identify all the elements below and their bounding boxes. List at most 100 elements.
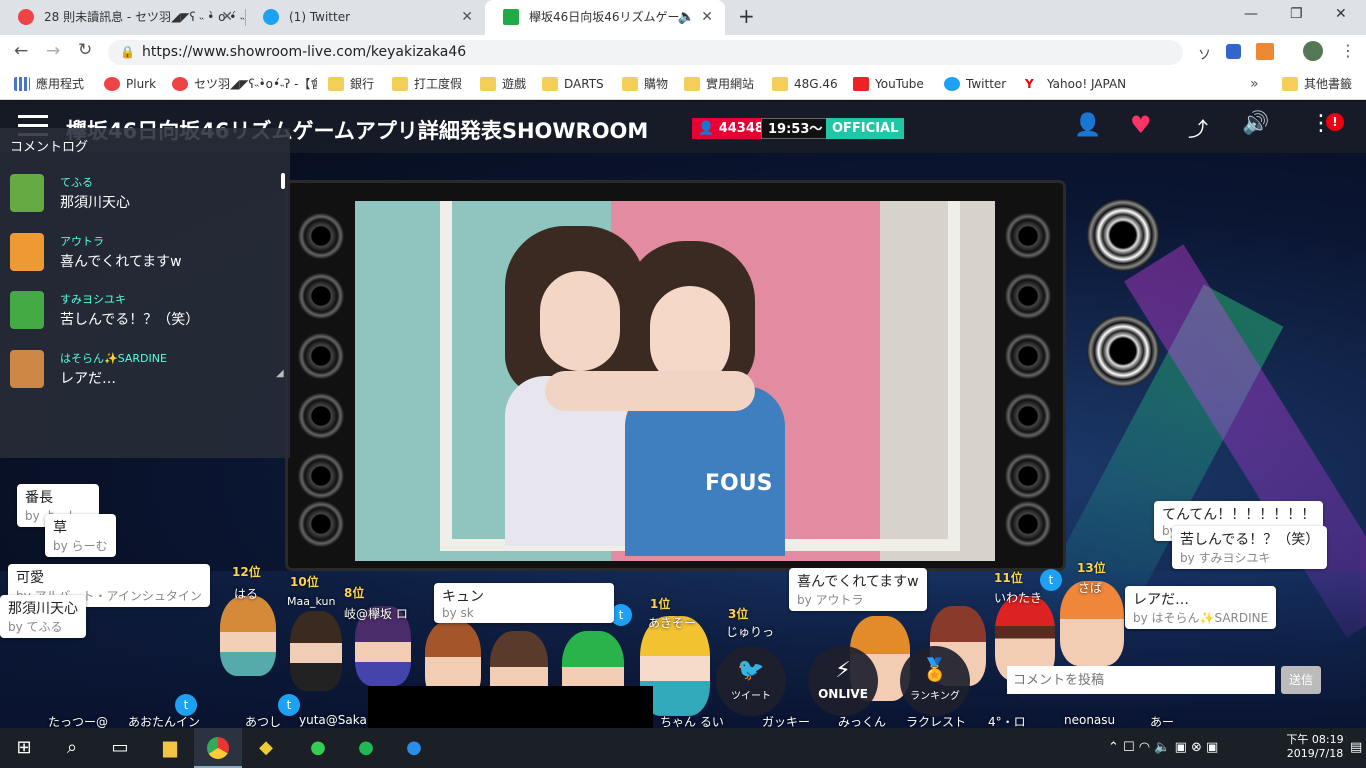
tab-title: 欅坂46日向坂46リズムゲー [529, 10, 680, 24]
bookmark-folder[interactable]: 遊戲 [480, 69, 526, 100]
chrome-icon[interactable] [194, 728, 242, 768]
profile-avatar[interactable] [1303, 41, 1323, 61]
viewer-count-badge: 👤 44348 [692, 118, 770, 139]
comment-text: レアだ… [60, 371, 116, 387]
tab-twitter[interactable]: (1) Twitter ✕ [245, 0, 485, 35]
spotify-icon[interactable]: ● [342, 728, 390, 768]
comment-input[interactable] [1007, 666, 1275, 694]
avatar [10, 174, 44, 212]
maximize-button[interactable]: ❐ [1290, 6, 1303, 22]
back-arrow-icon[interactable]: ← [14, 41, 28, 61]
forward-arrow-icon[interactable]: → [46, 41, 60, 61]
bookmark-folder[interactable]: DARTS [542, 69, 604, 100]
folder-icon [542, 77, 558, 91]
app-icon[interactable]: ● [390, 728, 438, 768]
bookmark-folder[interactable]: 打工度假 [392, 69, 462, 100]
search-icon[interactable]: ⌕ [48, 728, 96, 768]
url-text: https://www.showroom-live.com/keyakizaka… [142, 44, 467, 60]
comment-text: 那須川天心 [60, 195, 130, 211]
avatar [10, 350, 44, 388]
share-icon[interactable]: ⤴ [1188, 113, 1208, 142]
app-icon[interactable]: ◆ [242, 728, 290, 768]
speaker-icon [1005, 333, 1051, 379]
bookmark-plurk[interactable]: Plurk [104, 69, 156, 100]
comment-log-panel[interactable]: コメントログ てふる 那須川天心 アウトラ 喜んでくれてますw すみヨシユキ 苦… [0, 128, 290, 458]
person-arms [545, 371, 755, 411]
ranker-name: あきそー [648, 616, 697, 630]
ranking-button[interactable]: 🏅 ランキング [900, 646, 970, 716]
bookmark-plurk-user[interactable]: セツ羽◢◤ʕ˵•̀o•́˵ʔ -【會… [172, 69, 317, 100]
large-speaker-icon [1087, 315, 1159, 387]
scrollbar-thumb[interactable] [281, 173, 285, 189]
bookmark-folder[interactable]: 48G.46 [772, 69, 838, 100]
extension-icon[interactable] [1226, 44, 1241, 59]
clock[interactable]: 下午 08:19 2019/7/18 [1285, 731, 1345, 760]
speaker-icon [1005, 393, 1051, 439]
avatar-character[interactable] [290, 611, 342, 691]
notification-badge[interactable]: ! [1326, 113, 1344, 131]
windows-start-icon[interactable]: ⊞ [0, 728, 48, 768]
resize-handle-icon[interactable]: ◢ [276, 368, 284, 379]
speaker-icon [298, 453, 344, 499]
bookmark-apps[interactable]: 應用程式 [14, 69, 84, 100]
close-window-button[interactable]: ✕ [1335, 6, 1347, 22]
minimize-button[interactable]: — [1244, 6, 1258, 22]
send-button[interactable]: 送信 [1281, 666, 1321, 694]
notification-center-icon[interactable]: ▤ [1350, 740, 1362, 755]
hamburger-menu-icon[interactable] [18, 115, 48, 118]
tray-icons[interactable]: ⌃ ☐ ◠ 🔈 ▣ ⊗ ▣ [1108, 740, 1218, 755]
file-explorer-icon[interactable]: ▆ [146, 728, 194, 768]
audio-playing-icon[interactable]: 🔈 [678, 0, 695, 35]
ranker-name: はる [234, 587, 259, 601]
user-name: あおたんイン [128, 715, 201, 728]
live-video[interactable]: FOUS [355, 201, 995, 561]
onlive-button[interactable]: ⚡ ONLIVE [808, 646, 878, 716]
user-name: たっつー@ [48, 715, 109, 728]
extension-icon[interactable]: ソ [1198, 44, 1211, 63]
close-tab-icon[interactable]: ✕ [221, 0, 233, 35]
speaker-icon [298, 501, 344, 547]
follow-heart-icon[interactable]: ♥ [1130, 111, 1152, 139]
more-bookmarks-icon[interactable]: » [1250, 76, 1259, 92]
close-tab-icon[interactable]: ✕ [701, 0, 713, 35]
bookmark-other[interactable]: 其他書籤 [1282, 69, 1352, 100]
new-tab-button[interactable]: + [738, 4, 755, 28]
user-name: yuta@Saka [299, 713, 367, 727]
extension-icon[interactable] [1256, 43, 1274, 60]
showroom-stage: 欅坂46日向坂46リズムゲームアプリ詳細発表SHOWROOM 👤 44348 1… [0, 101, 1366, 728]
ranker-name: いわたき [994, 591, 1043, 605]
reload-icon[interactable]: ↻ [78, 40, 92, 60]
folder-icon [392, 77, 408, 91]
avatar-character[interactable] [220, 596, 276, 676]
user-name: 4°・ロ [988, 715, 1026, 728]
bookmark-folder[interactable]: 實用網站 [684, 69, 754, 100]
tweet-button[interactable]: 🐦 ツイート [716, 646, 786, 716]
close-tab-icon[interactable]: ✕ [461, 0, 473, 35]
rank-label: 13位 [1077, 561, 1106, 575]
url-input[interactable]: 🔒 https://www.showroom-live.com/keyakiza… [108, 40, 1183, 65]
menu-dots-icon[interactable]: ⋮ [1340, 41, 1356, 60]
task-view-icon[interactable]: ▭ [96, 728, 144, 768]
profile-icon[interactable]: 👤 [1074, 113, 1101, 138]
user-name: あー [1150, 715, 1175, 728]
line-app-icon[interactable]: ● [294, 728, 342, 768]
tab-showroom[interactable]: 欅坂46日向坂46リズムゲー 🔈 ✕ [485, 0, 725, 35]
twitter-icon [944, 77, 960, 91]
bookmark-folder[interactable]: 購物 [622, 69, 668, 100]
bookmark-twitter[interactable]: Twitter [944, 69, 1006, 100]
twitter-bird-icon: 🐦 [737, 658, 765, 683]
speaker-icon [298, 333, 344, 379]
user-name: ガッキー [762, 715, 811, 728]
bookmark-folder[interactable]: 銀行 [328, 69, 374, 100]
youtube-icon [853, 77, 869, 91]
folder-icon [684, 77, 700, 91]
comment-author: アウトラ [60, 235, 104, 248]
bookmark-yahoo[interactable]: Y Yahoo! JAPAN [1025, 69, 1126, 100]
comment-bubble: 那須川天心 by てふる [0, 595, 86, 638]
plurk-icon [172, 77, 188, 91]
bookmark-youtube[interactable]: YouTube [853, 69, 924, 100]
shirt-print: FOUS [705, 471, 773, 496]
speaker-volume-icon[interactable]: 🔊 [1242, 111, 1269, 136]
tab-plurk[interactable]: 28 則未讀訊息 - セツ羽◢◤ʕ ˵ •̀ o •́ ˵ ʔ ✕ [0, 0, 245, 35]
comment-bubble: 草 by らーむ [45, 514, 116, 557]
